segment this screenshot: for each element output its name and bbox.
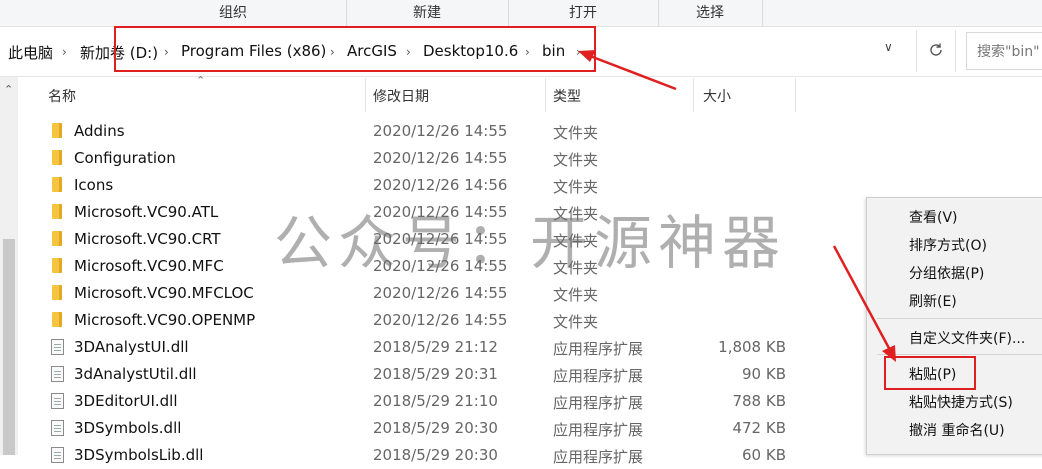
row-date: 2020/12/26 14:55 xyxy=(373,311,508,329)
row-date: 2020/12/26 14:56 xyxy=(373,176,508,194)
chevron-right-icon[interactable]: › xyxy=(62,45,67,59)
row-type: 文件夹 xyxy=(553,124,599,142)
menu-item-view[interactable]: 查看(V) xyxy=(909,207,958,227)
file-row[interactable]: 3DEditorUI.dll 2018/5/29 21:10 应用程序扩展 788 K… xyxy=(44,388,804,415)
column-header-name[interactable]: 名称 xyxy=(48,86,76,106)
scroll-up-icon[interactable]: ⌃ xyxy=(4,83,13,96)
file-row[interactable]: 3dAnalystUtil.dll 2018/5/29 20:31 应用程序扩展 90… xyxy=(44,361,804,388)
column-divider[interactable] xyxy=(365,78,366,112)
file-icon xyxy=(51,447,64,463)
ribbon-group-organize[interactable]: 组织 xyxy=(120,0,347,26)
file-icon xyxy=(51,420,64,436)
row-date: 2018/5/29 21:12 xyxy=(373,338,498,356)
menu-item-undo-rename[interactable]: 撤消 重命名(U) xyxy=(909,420,1005,440)
folder-icon xyxy=(52,231,62,246)
file-icon xyxy=(51,366,64,382)
row-name: 3DAnalystUI.dll xyxy=(74,338,189,356)
ribbon-group-select[interactable]: 选择 xyxy=(658,0,763,26)
row-name: 3DEditorUI.dll xyxy=(74,392,178,410)
folder-row[interactable]: Icons 2020/12/26 14:56 文件夹 xyxy=(44,172,804,199)
row-size: 788 KB xyxy=(732,392,786,410)
row-name: Addins xyxy=(74,122,125,140)
row-date: 2018/5/29 20:31 xyxy=(373,365,498,383)
folder-row[interactable]: Addins 2020/12/26 14:55 文件夹 xyxy=(44,118,804,145)
folder-icon xyxy=(52,285,62,300)
row-type: 文件夹 xyxy=(553,313,599,331)
row-name: 3DSymbolsLib.dll xyxy=(74,446,204,464)
menu-separator xyxy=(877,354,1042,355)
ribbon-group-bar: 组织 新建 打开 选择 xyxy=(0,0,1042,27)
folder-row[interactable]: Microsoft.VC90.OPENMP 2020/12/26 14:55 文件夹 xyxy=(44,307,804,334)
column-header-date[interactable]: 修改日期 xyxy=(373,86,429,106)
row-size: 60 KB xyxy=(742,446,786,464)
paste-highlight-box xyxy=(884,356,976,390)
row-name: Microsoft.VC90.OPENMP xyxy=(74,311,256,329)
folder-icon xyxy=(52,312,62,327)
row-type: 应用程序扩展 xyxy=(553,421,644,439)
menu-item-group[interactable]: 分组依据(P) xyxy=(909,263,984,283)
ribbon-group-open[interactable]: 打开 xyxy=(508,0,659,26)
row-type: 文件夹 xyxy=(553,178,599,196)
menu-item-refresh[interactable]: 刷新(E) xyxy=(909,291,957,311)
row-size: 1,808 KB xyxy=(718,338,786,356)
row-size: 472 KB xyxy=(732,419,786,437)
folder-icon xyxy=(52,258,62,273)
file-icon xyxy=(51,393,64,409)
refresh-button[interactable] xyxy=(916,30,956,72)
row-size: 90 KB xyxy=(742,365,786,383)
context-menu: 查看(V) 排序方式(O) 分组依据(P) 刷新(E) 自定义文件夹(F)...… xyxy=(866,197,1042,455)
row-name: Configuration xyxy=(74,149,176,167)
column-divider[interactable] xyxy=(795,78,796,112)
row-name: Icons xyxy=(74,176,114,194)
file-icon xyxy=(51,339,64,355)
column-divider[interactable] xyxy=(545,78,546,112)
menu-item-sort[interactable]: 排序方式(O) xyxy=(909,235,987,255)
search-input[interactable]: 搜索"bin" xyxy=(966,32,1042,70)
row-name: Microsoft.VC90.CRT xyxy=(74,230,221,248)
row-name: Microsoft.VC90.MFCLOC xyxy=(74,284,254,302)
folder-row[interactable]: Configuration 2020/12/26 14:55 文件夹 xyxy=(44,145,804,172)
row-date: 2020/12/26 14:55 xyxy=(373,284,508,302)
file-row[interactable]: 3DSymbolsLib.dll 2018/5/29 20:30 应用程序扩展 60 … xyxy=(44,442,804,469)
folder-icon xyxy=(52,150,62,165)
row-date: 2020/12/26 14:55 xyxy=(373,122,508,140)
folder-icon xyxy=(52,177,62,192)
row-type: 应用程序扩展 xyxy=(553,340,644,358)
breadcrumb-this-pc[interactable]: 此电脑 xyxy=(8,42,53,63)
folder-row[interactable]: Microsoft.VC90.MFCLOC 2020/12/26 14:55 文件夹 xyxy=(44,280,804,307)
vertical-scrollbar[interactable]: ⌃ xyxy=(0,77,18,455)
row-type: 文件夹 xyxy=(553,286,599,304)
ribbon-group-new[interactable]: 新建 xyxy=(346,0,509,26)
address-highlight-box xyxy=(114,26,596,72)
row-name: Microsoft.VC90.ATL xyxy=(74,203,219,221)
row-type: 文件夹 xyxy=(553,151,599,169)
menu-item-customize-folder[interactable]: 自定义文件夹(F)... xyxy=(909,328,1025,348)
row-type: 应用程序扩展 xyxy=(553,394,644,412)
column-header-type[interactable]: 类型 xyxy=(553,86,581,106)
row-date: 2020/12/26 14:55 xyxy=(373,149,508,167)
row-type: 应用程序扩展 xyxy=(553,367,644,385)
chevron-down-icon[interactable]: ∨ xyxy=(884,40,893,54)
row-name: 3DSymbols.dll xyxy=(74,419,182,437)
column-header-size[interactable]: 大小 xyxy=(703,86,731,106)
menu-item-paste-shortcut[interactable]: 粘贴快捷方式(S) xyxy=(909,392,1013,412)
file-row[interactable]: 3DSymbols.dll 2018/5/29 20:30 应用程序扩展 472 KB xyxy=(44,415,804,442)
refresh-icon xyxy=(930,43,942,56)
folder-icon xyxy=(52,123,62,138)
row-type: 应用程序扩展 xyxy=(553,448,644,466)
column-divider[interactable] xyxy=(693,78,694,112)
scrollbar-thumb[interactable] xyxy=(3,239,15,455)
file-row[interactable]: 3DAnalystUI.dll 2018/5/29 21:12 应用程序扩展 1,80… xyxy=(44,334,804,361)
row-name: 3dAnalystUtil.dll xyxy=(74,365,197,383)
folder-icon xyxy=(52,204,62,219)
row-name: Microsoft.VC90.MFC xyxy=(74,257,224,275)
row-date: 2018/5/29 20:30 xyxy=(373,446,498,464)
menu-separator xyxy=(877,318,1042,319)
watermark-text: 公众号：开源神器 xyxy=(274,209,787,277)
row-date: 2018/5/29 21:10 xyxy=(373,392,498,410)
sort-ascending-icon: ⌃ xyxy=(196,74,206,87)
row-date: 2018/5/29 20:30 xyxy=(373,419,498,437)
